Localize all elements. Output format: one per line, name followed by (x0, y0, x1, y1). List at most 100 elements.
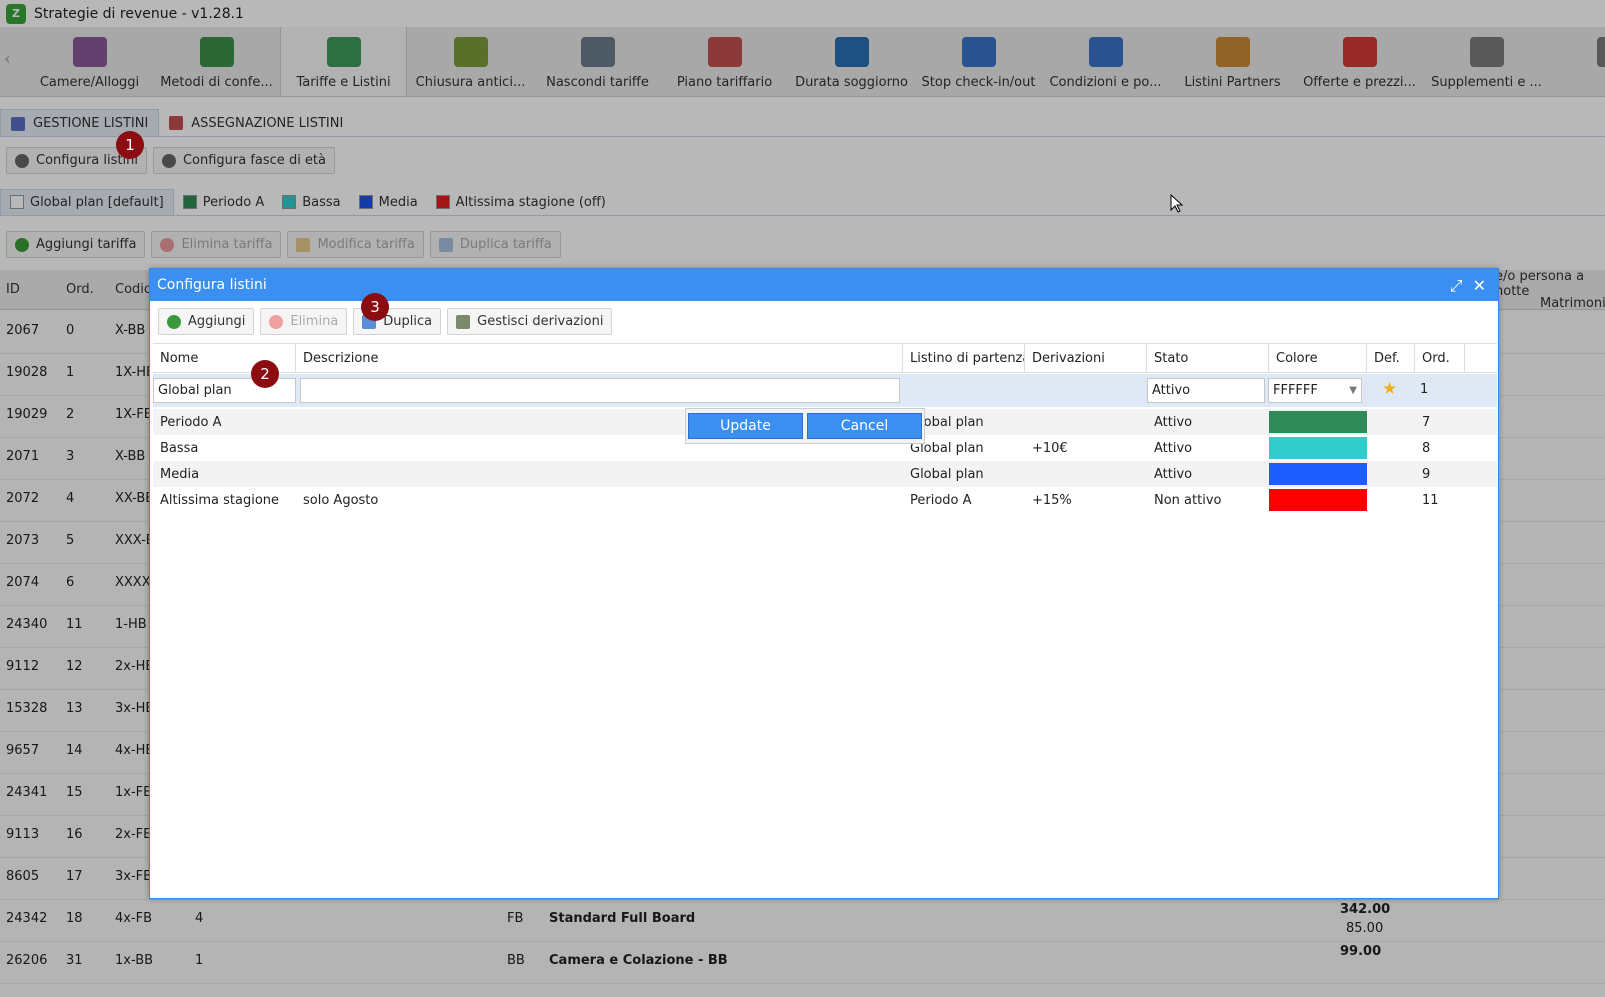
plan-row[interactable]: Media Global plan Attivo 9 (153, 461, 1497, 487)
toolbar-item-bed[interactable]: Camere/Alloggi (26, 27, 153, 96)
description-input[interactable] (300, 378, 900, 403)
column-header[interactable]: Listino di partenza (903, 344, 1025, 372)
button-label: Modifica tariffa (317, 237, 415, 252)
toolbar-item-price-tag[interactable]: Tariffe e Listini (280, 27, 407, 96)
cell-name: Bassa (160, 440, 199, 456)
add-tariff-button[interactable]: Aggiungi tariffa (6, 231, 146, 258)
configura-fasce-button[interactable]: Configura fasce di età (152, 147, 335, 174)
toolbar-item-label: Condizioni e po... (1049, 75, 1162, 90)
color-value: FFFFFF (1273, 383, 1318, 398)
main-toolbar: ‹ Camere/Alloggi Metodi di confe... Tariff… (0, 27, 1605, 97)
cell-ord: 14 (66, 743, 83, 758)
column-header[interactable]: Derivazioni (1025, 344, 1147, 372)
delete-tariff-button[interactable]: Elimina tariffa (151, 231, 282, 258)
cell-ord: 18 (66, 911, 83, 926)
toolbar-item-grid[interactable]: Piano tariffario (661, 27, 788, 96)
cell-color (1269, 435, 1367, 461)
column-header[interactable]: Ord. (1415, 344, 1465, 372)
cell-status: Attivo (1154, 440, 1193, 456)
toolbar-item-label: Piano tariffario (676, 75, 773, 90)
column-header[interactable]: Def. (1367, 344, 1415, 372)
toolbar-item-ruler[interactable]: Durata soggiorno (788, 27, 915, 96)
toolbar-item-document[interactable]: Condizioni e po... (1042, 27, 1169, 96)
column-header-id[interactable]: ID (6, 282, 20, 297)
plan-tab[interactable]: Altissima stagione (off) (427, 189, 615, 216)
toolbar-item-timer[interactable]: Chiusura antici... (407, 27, 534, 96)
cell-ord: 31 (66, 953, 83, 968)
button-label: Aggiungi tariffa (36, 237, 137, 252)
toolbar-item-package[interactable]: Pa (1550, 27, 1605, 96)
column-header[interactable]: Descrizione (296, 344, 903, 372)
column-header[interactable]: Colore (1269, 344, 1367, 372)
column-header-ord[interactable]: Ord. (66, 282, 94, 297)
button-label: Configura fasce di età (182, 153, 326, 168)
cell-description: solo Agosto (303, 492, 379, 508)
tab-assegnazione-listini[interactable]: ASSEGNAZIONE LISTINI (159, 109, 353, 137)
cell-color (1269, 487, 1367, 513)
default-star-icon[interactable]: ★ (1382, 379, 1397, 399)
plan-tab[interactable]: Global plan [default] (0, 188, 174, 216)
cell-ord: 11 (1422, 492, 1439, 508)
cell-id: 2071 (6, 449, 40, 464)
plan-tab[interactable]: Media (350, 189, 427, 216)
delete-plan-button[interactable]: Elimina (260, 308, 348, 335)
cell-ord: 2 (66, 407, 75, 422)
dialog-toolbar: Aggiungi Elimina Duplica Gestisci deriva… (150, 301, 1498, 342)
duplicate-tariff-button[interactable]: Duplica tariffa (429, 231, 561, 258)
cell-ord: 5 (66, 533, 75, 548)
toolbar-item-percent[interactable]: Offerte e prezzi... (1296, 27, 1423, 96)
cell-def (1367, 409, 1415, 435)
cell-base: Global plan (910, 466, 984, 482)
color-swatch (1269, 411, 1367, 433)
cell-id: 24340 (6, 617, 48, 632)
cell-name: Standard Full Board (549, 911, 696, 926)
table-row[interactable]: 26206 31 1x-BB 1 BB Camera e Colazione - BB 99… (0, 941, 1605, 984)
edit-tariff-button[interactable]: Modifica tariffa (287, 231, 424, 258)
configura-listini-dialog: Configura listini ⤢ ✕ Aggiungi Elimina D… (149, 268, 1499, 899)
bed-icon (72, 37, 107, 67)
cell-ord: 8 (1422, 440, 1431, 456)
cell-derivation (1025, 409, 1147, 435)
plan-row[interactable]: Altissima stagione solo Agosto Periodo A +1… (153, 487, 1497, 513)
manage-derivations-button[interactable]: Gestisci derivazioni (447, 308, 613, 335)
close-icon[interactable]: ✕ (1473, 276, 1486, 296)
maximize-icon[interactable]: ⤢ (1450, 276, 1463, 296)
tabs-divider (0, 136, 1605, 137)
toolbar-item-handshake[interactable]: Listini Partners (1169, 27, 1296, 96)
toolbar-item-label: Nascondi tariffe (546, 75, 649, 90)
status-input[interactable] (1147, 378, 1265, 403)
plan-tab[interactable]: Bassa (273, 189, 349, 216)
cell-id: 8605 (6, 869, 40, 884)
hidden-calendar-icon (580, 37, 615, 67)
cell-ord: 4 (66, 491, 75, 506)
button-label: Elimina tariffa (181, 237, 273, 252)
cell-color (1269, 461, 1367, 487)
grid-icon (169, 116, 184, 130)
color-select[interactable]: FFFFFF ▼ (1268, 378, 1362, 403)
cancel-button[interactable]: Cancel (807, 413, 922, 439)
color-swatch (1269, 437, 1367, 459)
toolbar-item-stop-calendar[interactable]: Stop check-in/out (915, 27, 1042, 96)
section-tabs: GESTIONE LISTINI ASSEGNAZIONE LISTINI (0, 109, 353, 137)
cell-code: X-BB (115, 323, 146, 338)
button-label: Elimina (290, 314, 339, 329)
update-button[interactable]: Update (688, 413, 803, 439)
table-row[interactable]: 24342 18 4x-FB 4 FB Standard Full Board 342.00… (0, 899, 1605, 942)
column-header[interactable]: Stato (1147, 344, 1269, 372)
cell-ord: 13 (66, 701, 83, 716)
toolbar-item-money[interactable]: Metodi di confe... (153, 27, 280, 96)
cell-description (296, 461, 903, 487)
cell-derivation (1025, 461, 1147, 487)
step-badge-1: 1 (116, 131, 144, 159)
toolbar-item-service-bell[interactable]: Supplementi e ... (1423, 27, 1550, 96)
column-header-code[interactable]: Codic (115, 282, 151, 297)
add-plan-button[interactable]: Aggiungi (158, 308, 255, 335)
plan-tab[interactable]: Periodo A (174, 189, 274, 216)
cell-color (1269, 409, 1367, 435)
scroll-left-icon[interactable]: ‹ (4, 49, 10, 68)
cell-id: 2074 (6, 575, 40, 590)
toolbar-item-hidden-calendar[interactable]: Nascondi tariffe (534, 27, 661, 96)
tab-label: GESTIONE LISTINI (33, 116, 149, 131)
row-editor-actions: Update Cancel (685, 408, 925, 444)
step-badge-2: 2 (251, 360, 279, 388)
